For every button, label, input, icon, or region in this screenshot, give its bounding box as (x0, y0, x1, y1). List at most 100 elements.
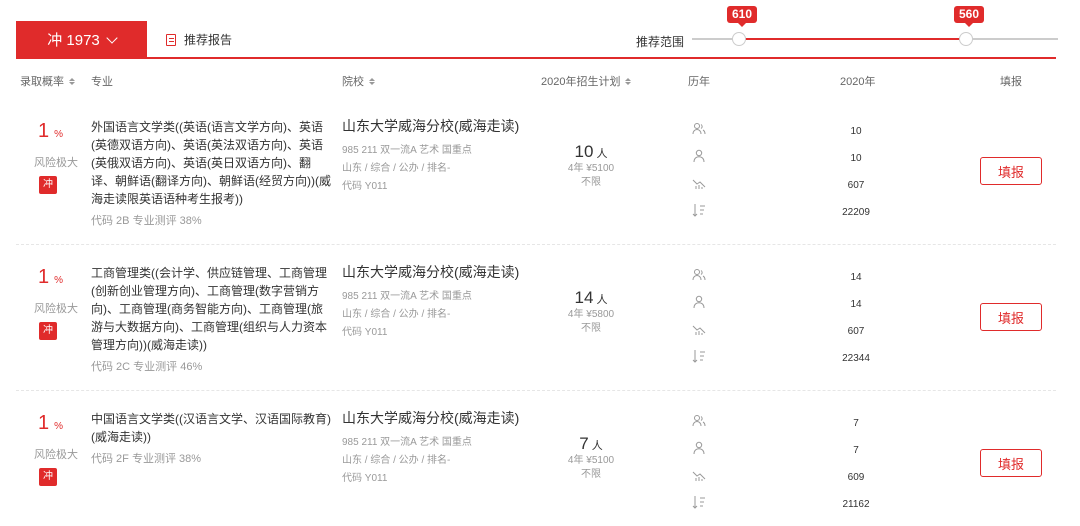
slider-fill (739, 38, 966, 40)
history-icons (692, 122, 708, 230)
range-low-bubble: 610 (727, 6, 758, 27)
major-code: 代码 2B 专业测评 38% (91, 215, 202, 227)
major-name[interactable]: 中国语言文学类((汉语言文学、汉语国际教育)(威海走读)) 代码 2F 专业测评 … (91, 410, 331, 468)
trend-chart-icon (692, 176, 708, 203)
chong-badge: 冲 (39, 176, 57, 194)
plan-fee: 4年 ¥5100 (567, 455, 615, 466)
users-icon (692, 122, 708, 149)
fill-button[interactable]: 填报 (980, 303, 1042, 331)
chevron-down-icon (106, 31, 118, 44)
range-label: 推荐范围 (636, 35, 685, 49)
school-location: 山东 / 综合 / 公办 / 排名- (342, 455, 451, 466)
col-history: 历年 (688, 73, 710, 89)
col-major-label: 专业 (91, 76, 113, 88)
stat-plan: 14 (850, 272, 862, 283)
table-row: 1% 风险极大 冲 中国语言文学类((汉语言文学、汉语国际教育)(威海走读)) 代… (16, 392, 1056, 526)
chong-badge: 冲 (39, 322, 57, 340)
range-high-bubble: 560 (954, 6, 985, 27)
plan-fee: 4年 ¥5100 (567, 163, 615, 174)
stat-admitted: 14 (850, 299, 862, 310)
plan-limit: 不限 (581, 469, 601, 480)
school-code: 代码 Y011 (342, 181, 388, 192)
slider-handle-low[interactable] (732, 32, 746, 46)
rank-sort-icon (692, 203, 708, 230)
col-year: 2020年 (840, 73, 875, 89)
year-stats: 14 14 607 22344 (816, 272, 896, 380)
col-year-label: 2020年 (840, 76, 876, 88)
users-icon (692, 268, 708, 295)
school-name[interactable]: 山东大学威海分校(威海走读) (342, 262, 519, 282)
col-action-label: 填报 (1000, 76, 1022, 88)
rank-sort-icon (692, 349, 708, 376)
school-name[interactable]: 山东大学威海分校(威海走读) (342, 116, 519, 136)
top-bar: 冲 1973 推荐报告 推荐范围 610 560 (0, 0, 1080, 59)
school-location: 山东 / 综合 / 公办 / 排名- (342, 309, 451, 320)
slider-handle-high[interactable] (959, 32, 973, 46)
year-stats: 7 7 609 21162 (816, 418, 896, 526)
admission-probability: 1% (38, 412, 64, 434)
risk-level: 风险极大 (34, 303, 78, 315)
col-plan-label: 2020年招生计划 (541, 76, 621, 88)
col-probability[interactable]: 录取概率 (20, 73, 75, 89)
school-code: 代码 Y011 (342, 473, 388, 484)
person-icon (692, 295, 708, 322)
stat-min-rank: 22209 (842, 207, 870, 218)
stat-plan: 7 (853, 418, 859, 429)
major-code: 代码 2F 专业测评 38% (91, 453, 202, 465)
enrollment-plan: 10 人 4年 ¥5100 不限 (556, 142, 626, 190)
stat-admitted: 10 (850, 153, 862, 164)
fill-button[interactable]: 填报 (980, 449, 1042, 477)
col-school[interactable]: 院校 (342, 73, 375, 89)
history-icons (692, 268, 708, 376)
table-header: 录取概率 专业 院校 2020年招生计划 历年 2020年 填报 (16, 60, 1056, 100)
risk-level: 风险极大 (34, 157, 78, 169)
recommend-report-link[interactable]: 推荐报告 (166, 31, 232, 48)
col-plan[interactable]: 2020年招生计划 (541, 73, 632, 89)
enrollment-plan: 14 人 4年 ¥5800 不限 (556, 288, 626, 336)
admission-probability: 1% (38, 120, 64, 142)
tab-underline (16, 57, 1056, 59)
school-code: 代码 Y011 (342, 327, 388, 338)
sort-icon (69, 77, 75, 85)
person-icon (692, 149, 708, 176)
sort-icon (369, 77, 375, 85)
stat-min-score: 607 (847, 326, 865, 337)
trend-chart-icon (692, 468, 708, 495)
major-name[interactable]: 外国语言文学类((英语(语言文学方向)、英语(英德双语方向)、英语(英法双语方向… (91, 118, 331, 230)
sort-icon (625, 77, 632, 85)
col-probability-label: 录取概率 (20, 76, 64, 88)
year-stats: 10 10 607 22209 (816, 126, 896, 234)
chong-badge: 冲 (39, 468, 57, 486)
fill-button[interactable]: 填报 (980, 157, 1042, 185)
person-icon (692, 441, 708, 468)
risk-filter-label: 冲 1973 (47, 32, 100, 49)
table-row: 1% 风险极大 冲 外国语言文学类((英语(语言文学方向)、英语(英德双语方向)… (16, 100, 1056, 245)
school-name[interactable]: 山东大学威海分校(威海走读) (342, 408, 519, 428)
plan-fee: 4年 ¥5800 (567, 309, 615, 320)
school-tags: 985 211 双一流A 艺术 国重点 (342, 437, 472, 448)
col-school-label: 院校 (342, 76, 364, 88)
rank-sort-icon (692, 495, 708, 522)
school-info: 985 211 双一流A 艺术 国重点 山东 / 综合 / 公办 / 排名- 代… (342, 434, 472, 488)
col-major: 专业 (91, 73, 113, 89)
admission-probability: 1% (38, 266, 64, 288)
risk-filter-tab[interactable]: 冲 1973 (16, 21, 147, 58)
school-info: 985 211 双一流A 艺术 国重点 山东 / 综合 / 公办 / 排名- 代… (342, 142, 472, 196)
school-tags: 985 211 双一流A 艺术 国重点 (342, 145, 472, 156)
school-info: 985 211 双一流A 艺术 国重点 山东 / 综合 / 公办 / 排名- 代… (342, 288, 472, 342)
risk-level: 风险极大 (34, 449, 78, 461)
plan-limit: 不限 (581, 323, 601, 334)
report-label: 推荐报告 (184, 33, 233, 47)
stat-admitted: 7 (853, 445, 859, 456)
plan-limit: 不限 (581, 177, 601, 188)
col-history-label: 历年 (688, 76, 710, 88)
trend-chart-icon (692, 322, 708, 349)
school-location: 山东 / 综合 / 公办 / 排名- (342, 163, 451, 174)
school-tags: 985 211 双一流A 艺术 国重点 (342, 291, 472, 302)
table-row: 1% 风险极大 冲 工商管理类((会计学、供应链管理、工商管理(创新创业管理方向… (16, 246, 1056, 391)
stat-min-score: 607 (847, 180, 865, 191)
stat-min-score: 609 (847, 472, 865, 483)
document-icon (166, 33, 176, 46)
major-name[interactable]: 工商管理类((会计学、供应链管理、工商管理(创新创业管理方向)、工商管理(数字营… (91, 264, 331, 376)
score-range-slider[interactable]: 610 560 (692, 6, 1058, 46)
